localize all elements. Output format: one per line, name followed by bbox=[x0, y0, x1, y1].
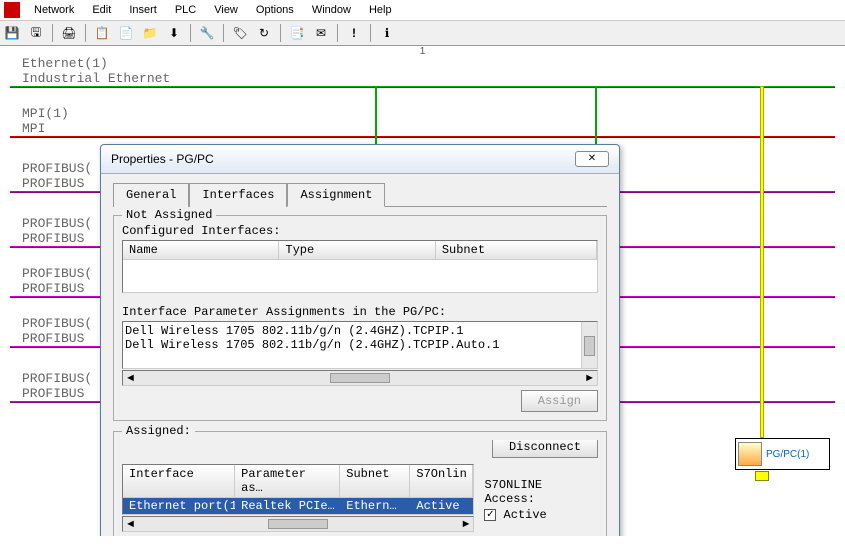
assigned-table[interactable]: Interface Parameter as… Subnet S7Onlin E… bbox=[122, 464, 474, 515]
download-icon[interactable]: ⬇ bbox=[164, 23, 184, 43]
profibus4-label: PROFIBUS(PROFIBUS bbox=[22, 316, 92, 346]
menu-edit[interactable]: Edit bbox=[84, 2, 119, 18]
list-icon[interactable]: 📑 bbox=[287, 23, 307, 43]
mpi-label: MPI(1)MPI bbox=[22, 106, 69, 136]
assigned-group: Assigned: Disconnect Interface Parameter… bbox=[113, 431, 607, 536]
paste-icon[interactable]: 📄 bbox=[116, 23, 136, 43]
tabs: General Interfaces Assignment bbox=[113, 182, 607, 207]
menu-insert[interactable]: Insert bbox=[121, 2, 165, 18]
tab-interfaces[interactable]: Interfaces bbox=[189, 183, 287, 207]
acol-s7[interactable]: S7Onlin bbox=[410, 465, 473, 497]
assigned-scrollbar[interactable]: ◄► bbox=[122, 516, 474, 532]
col-subnet[interactable]: Subnet bbox=[436, 241, 597, 259]
menu-plc[interactable]: PLC bbox=[167, 2, 204, 18]
device-pgpc[interactable]: PG/PC(1) bbox=[735, 438, 830, 470]
assigned-row[interactable]: Ethernet port(1) Realtek PCIe… Ethern… A… bbox=[123, 498, 473, 514]
menu-window[interactable]: Window bbox=[304, 2, 359, 18]
param-listbox[interactable]: Dell Wireless 1705 802.11b/g/n (2.4GHZ).… bbox=[122, 321, 598, 369]
mpi-line[interactable] bbox=[10, 136, 835, 138]
save-all-icon[interactable]: 🖫 bbox=[26, 23, 46, 43]
acol-subnet[interactable]: Subnet bbox=[340, 465, 410, 497]
properties-dialog: Properties - PG/PC ✕ General Interfaces … bbox=[100, 144, 620, 536]
exclaim-icon[interactable]: ! bbox=[344, 23, 364, 43]
not-assigned-group: Not Assigned Configured Interfaces: Name… bbox=[113, 215, 607, 421]
disconnect-button[interactable]: Disconnect bbox=[492, 440, 598, 458]
profibus3-label: PROFIBUS(PROFIBUS bbox=[22, 266, 92, 296]
network-canvas[interactable]: 1 Ethernet(1)Industrial Ethernet MPI(1)M… bbox=[0, 46, 845, 536]
s7online-label: S7ONLINE Access: bbox=[484, 478, 598, 506]
ethernet-line[interactable] bbox=[10, 86, 835, 88]
app-icon bbox=[4, 2, 20, 18]
configured-table[interactable]: Name Type Subnet bbox=[122, 240, 598, 293]
tab-general[interactable]: General bbox=[113, 183, 189, 207]
save-icon[interactable]: 💾 bbox=[2, 23, 22, 43]
help-icon[interactable]: ℹ bbox=[377, 23, 397, 43]
assigned-legend: Assigned: bbox=[122, 424, 195, 438]
mail-icon[interactable]: ✉ bbox=[311, 23, 331, 43]
pgpc-icon bbox=[738, 442, 762, 466]
menu-network[interactable]: Network bbox=[26, 2, 82, 18]
param-item-1[interactable]: Dell Wireless 1705 802.11b/g/n (2.4GHZ).… bbox=[125, 324, 595, 338]
assign-button[interactable]: Assign bbox=[521, 390, 598, 412]
active-checkbox[interactable]: ✓ bbox=[484, 509, 496, 521]
active-checkbox-row[interactable]: ✓ Active bbox=[484, 508, 598, 522]
col-type[interactable]: Type bbox=[279, 241, 435, 259]
close-icon[interactable]: ✕ bbox=[575, 151, 609, 167]
scrollbar-vertical[interactable] bbox=[581, 322, 597, 368]
toolbar: 💾 🖫 🖨 📋 📄 📁 ⬇ 🔧 🏷 ↻ 📑 ✉ ! ℹ bbox=[0, 21, 845, 46]
copy-icon[interactable]: 📋 bbox=[92, 23, 112, 43]
dialog-titlebar[interactable]: Properties - PG/PC ✕ bbox=[101, 145, 619, 174]
refresh-icon[interactable]: ↻ bbox=[254, 23, 274, 43]
tab-assignment[interactable]: Assignment bbox=[287, 183, 385, 207]
profibus5-label: PROFIBUS(PROFIBUS bbox=[22, 371, 92, 401]
acol-param[interactable]: Parameter as… bbox=[235, 465, 340, 497]
profibus2-label: PROFIBUS(PROFIBUS bbox=[22, 216, 92, 246]
dialog-title: Properties - PG/PC bbox=[111, 152, 214, 166]
print-icon[interactable]: 🖨 bbox=[59, 23, 79, 43]
tag-icon[interactable]: 🏷 bbox=[230, 23, 250, 43]
configured-label: Configured Interfaces: bbox=[122, 224, 598, 238]
profibus1-label: PROFIBUS(PROFIBUS bbox=[22, 161, 92, 191]
scrollbar-horizontal[interactable]: ◄► bbox=[122, 370, 598, 386]
menubar: Network Edit Insert PLC View Options Win… bbox=[0, 0, 845, 21]
ethernet-label: Ethernet(1)Industrial Ethernet bbox=[22, 56, 170, 86]
folder-icon[interactable]: 📁 bbox=[140, 23, 160, 43]
wrench-icon[interactable]: 🔧 bbox=[197, 23, 217, 43]
acol-iface[interactable]: Interface bbox=[123, 465, 235, 497]
menu-view[interactable]: View bbox=[206, 2, 246, 18]
col-name[interactable]: Name bbox=[123, 241, 279, 259]
not-assigned-legend: Not Assigned bbox=[122, 208, 216, 222]
pgpc-label: PG/PC(1) bbox=[766, 449, 809, 460]
connection-line-pgpc bbox=[760, 86, 764, 438]
menu-options[interactable]: Options bbox=[248, 2, 302, 18]
param-label: Interface Parameter Assignments in the P… bbox=[122, 305, 598, 319]
param-item-2[interactable]: Dell Wireless 1705 802.11b/g/n (2.4GHZ).… bbox=[125, 338, 595, 352]
pgpc-status-box bbox=[755, 471, 769, 481]
active-label: Active bbox=[504, 508, 547, 522]
menu-help[interactable]: Help bbox=[361, 2, 400, 18]
